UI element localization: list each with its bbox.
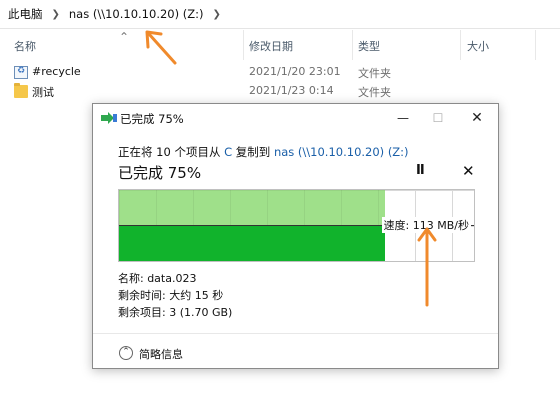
progress-title: 已完成 75% [118,164,202,182]
file-name: 测试 [32,86,54,99]
column-header-row: ⌃ 名称 修改日期 类型 大小 [0,30,560,60]
copy-middle-text: 复制到 [232,145,274,159]
column-header-size[interactable]: 大小 [467,38,489,54]
copy-description: 正在将 10 个项目从 C 复制到 nas (\\10.10.10.20) (Z… [118,144,409,160]
detail-items-remaining: 剩余项目: 3 (1.70 GB) [118,306,233,319]
dialog-title: 已完成 75% [120,112,184,126]
cancel-button[interactable]: ✕ [462,162,475,180]
chevron-up-icon[interactable]: ⌃ [119,346,133,360]
pause-button[interactable]: II [416,163,425,178]
detail-file-name: 名称: data.023 [118,272,197,285]
detail-time-remaining: 剩余时间: 大约 15 秒 [118,289,224,302]
column-divider[interactable] [352,30,353,60]
breadcrumb-nas-drive[interactable]: nas (\\10.10.10.20) (Z:) [69,7,204,21]
file-type: 文件夹 [358,67,391,80]
copy-prefix-text: 正在将 10 个项目从 [118,145,225,159]
file-row-test[interactable]: 测试 2021/1/23 0:14 文件夹 [0,83,560,101]
file-row-recycle[interactable]: #recycle 2021/1/20 23:01 文件夹 [0,64,560,82]
maximize-button[interactable]: ☐ [427,107,449,129]
copy-transfer-icon [101,112,117,124]
file-date: 2021/1/23 0:14 [249,84,334,97]
close-button[interactable]: ✕ [466,107,488,129]
breadcrumb-this-pc[interactable]: 此电脑 [8,6,43,22]
file-name: #recycle [32,65,81,78]
address-bar[interactable]: 此电脑 ❯ nas (\\10.10.10.20) (Z:) ❯ [0,0,560,29]
column-header-name[interactable]: 名称 [14,38,36,54]
column-header-type[interactable]: 类型 [358,38,380,54]
column-divider[interactable] [460,30,461,60]
minimize-button[interactable]: — [392,107,414,129]
transfer-details: 名称: data.023 剩余时间: 大约 15 秒 剩余项目: 3 (1.70… [118,270,232,321]
recycle-folder-icon [14,66,28,79]
source-link[interactable]: C [224,145,232,159]
folder-icon [14,83,28,98]
file-type: 文件夹 [358,86,391,99]
breadcrumb-separator-icon: ❯ [51,8,60,20]
column-divider[interactable] [243,30,244,60]
column-header-date[interactable]: 修改日期 [249,38,293,54]
breadcrumb-separator-icon: ❯ [212,8,221,20]
speed-history-fill [119,226,386,261]
file-date: 2021/1/20 23:01 [249,65,341,78]
column-divider[interactable] [535,30,536,60]
fewer-details-button[interactable]: 简略信息 [139,346,183,362]
annotation-arrow-up-left-icon [145,30,177,65]
dialog-titlebar[interactable]: 已完成 75% — ☐ ✕ [93,104,498,132]
destination-link[interactable]: nas (\\10.10.10.20) (Z:) [274,145,409,159]
dialog-footer: ⌃ 简略信息 [93,333,498,369]
sort-ascending-icon: ⌃ [119,30,130,44]
annotation-arrow-up-icon [417,227,437,307]
